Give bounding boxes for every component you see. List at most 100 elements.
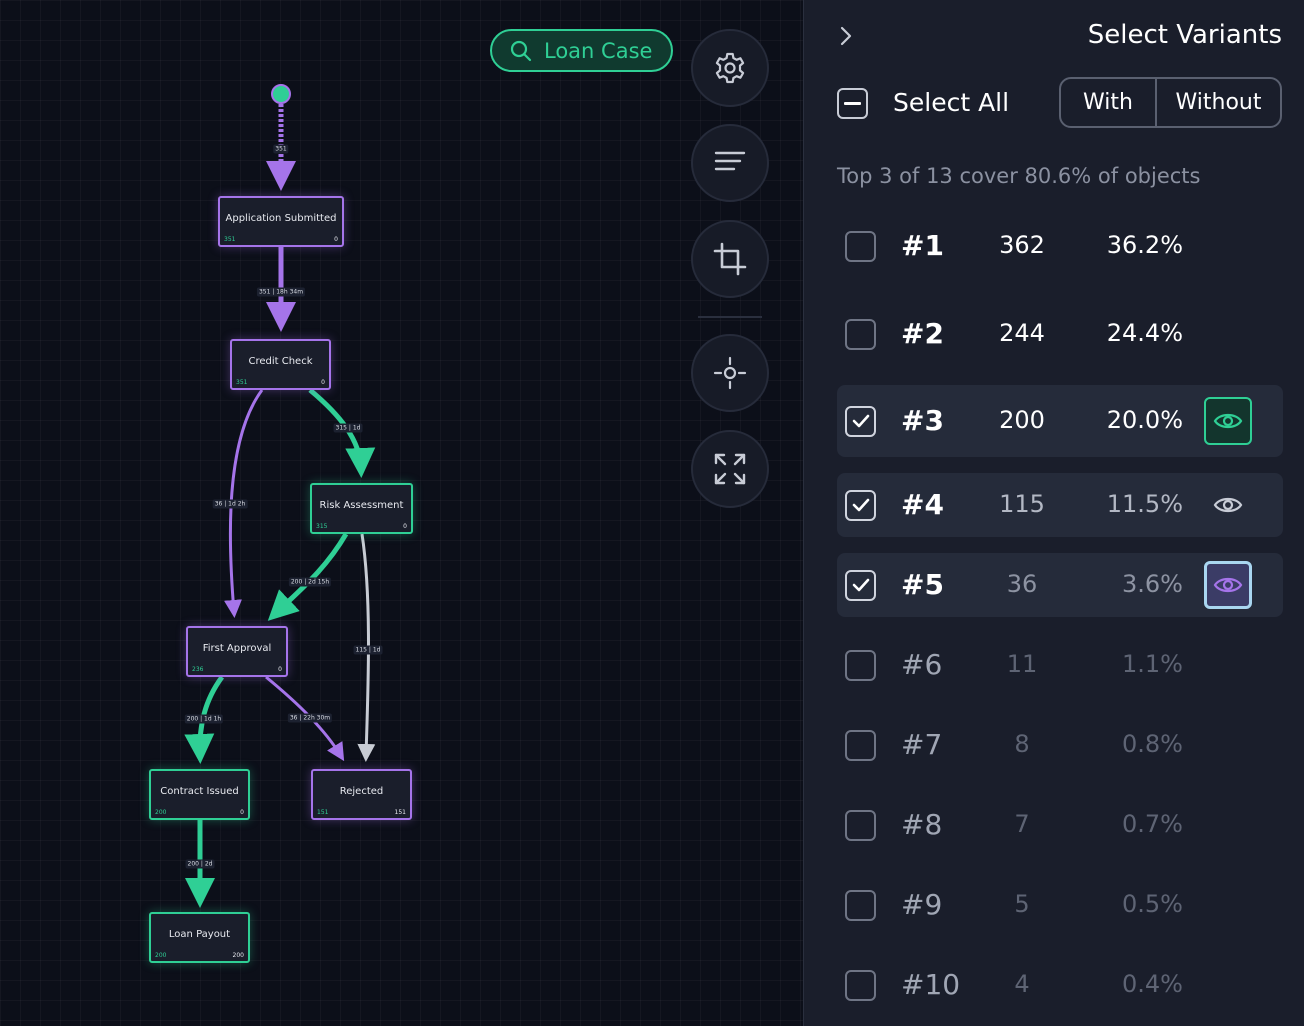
variant-checkbox[interactable] — [845, 729, 876, 761]
variant-visibility-button[interactable] — [1204, 481, 1252, 529]
node-count-right: 0 — [321, 379, 325, 386]
edge-label: 36 | 22h 30m — [287, 713, 333, 723]
variant-percentage: 36.2% — [1106, 231, 1183, 260]
chevron-right-icon[interactable] — [834, 24, 858, 48]
variant-count: 11 — [1006, 650, 1038, 679]
crop-button[interactable] — [691, 220, 769, 298]
edge-label: 36 | 1d 2h — [212, 499, 248, 509]
variant-checkbox[interactable] — [845, 809, 876, 841]
settings-button[interactable] — [691, 29, 769, 107]
node-label: Risk Assessment — [319, 500, 404, 511]
node-count-left: 315 — [316, 523, 328, 530]
variant-row[interactable]: #6 11 1.1% — [837, 633, 1283, 697]
variant-count: 8 — [1014, 730, 1030, 759]
variant-row[interactable]: #5 36 3.6% — [837, 553, 1283, 617]
variant-id: #8 — [901, 807, 943, 841]
variant-percentage: 24.4% — [1106, 319, 1183, 348]
panel-title: Select Variants — [1087, 20, 1282, 50]
variant-row[interactable]: #8 7 0.7% — [837, 793, 1283, 857]
select-all-checkbox[interactable] — [837, 88, 868, 119]
variant-count: 36 — [1006, 570, 1038, 599]
node-label: Credit Check — [248, 356, 313, 367]
variant-row[interactable]: #10 4 0.4% — [837, 953, 1283, 1017]
node-contract-issued[interactable]: Contract Issued 200 0 — [149, 769, 250, 820]
variant-checkbox[interactable] — [845, 569, 876, 601]
variant-percentage: 0.7% — [1122, 810, 1183, 839]
variant-id: #6 — [901, 647, 943, 681]
variant-count: 362 — [999, 231, 1045, 260]
crop-icon — [713, 242, 747, 276]
check-icon — [852, 414, 869, 428]
node-label: Rejected — [339, 786, 384, 797]
variant-visibility-button[interactable] — [1204, 397, 1252, 445]
variant-checkbox[interactable] — [845, 889, 876, 921]
with-without-toggle: With Without — [1059, 77, 1282, 128]
case-search-chip[interactable]: Loan Case — [490, 29, 673, 72]
node-risk-assessment[interactable]: Risk Assessment 315 0 — [310, 483, 413, 534]
edge-label: 200 | 2d — [185, 859, 215, 869]
variant-row[interactable]: #7 8 0.8% — [837, 713, 1283, 777]
variant-row[interactable]: #3 200 20.0% — [837, 385, 1283, 457]
filter-button[interactable] — [691, 124, 769, 202]
toggle-without-button[interactable]: Without — [1157, 79, 1280, 126]
crosshair-icon — [713, 356, 747, 390]
edge-label: 351 — [273, 144, 289, 154]
node-label: Contract Issued — [160, 786, 239, 797]
sort-lines-icon — [714, 151, 746, 171]
node-label: Loan Payout — [168, 929, 231, 940]
variant-id: #1 — [901, 228, 944, 262]
node-count-left: 151 — [317, 809, 329, 816]
eye-icon — [1213, 497, 1243, 513]
variant-count: 244 — [999, 319, 1045, 348]
node-count-left: 236 — [192, 666, 204, 673]
node-credit-check[interactable]: Credit Check 351 0 — [230, 339, 331, 390]
variant-row[interactable]: #2 244 24.4% — [837, 298, 1283, 370]
check-icon — [852, 498, 869, 512]
variant-percentage: 0.5% — [1122, 890, 1183, 919]
edge-risk-first[interactable] — [267, 532, 349, 621]
variant-percentage: 1.1% — [1122, 650, 1183, 679]
variant-checkbox[interactable] — [845, 405, 876, 437]
locate-button[interactable] — [691, 334, 769, 412]
search-chip-label: Loan Case — [544, 38, 653, 63]
node-count-left: 351 — [236, 379, 248, 386]
variant-id: #10 — [901, 967, 961, 1001]
toggle-with-button[interactable]: With — [1061, 79, 1157, 126]
node-application-submitted[interactable]: Application Submitted 351 0 — [218, 196, 344, 247]
variant-checkbox[interactable] — [845, 649, 876, 681]
gear-icon — [715, 52, 745, 84]
variant-percentage: 20.0% — [1106, 406, 1183, 435]
fit-view-button[interactable] — [691, 430, 769, 508]
edge-label: 351 | 18h 34m — [256, 287, 306, 297]
variant-checkbox[interactable] — [845, 969, 876, 1001]
variant-row[interactable]: #1 362 36.2% — [837, 210, 1283, 282]
node-count-right: 151 — [394, 809, 406, 816]
check-icon — [852, 578, 869, 592]
edge-label: 200 | 1d 1h — [184, 714, 224, 724]
variant-row[interactable]: #9 5 0.5% — [837, 873, 1283, 937]
node-first-approval[interactable]: First Approval 236 0 — [186, 626, 288, 677]
node-rejected[interactable]: Rejected 151 151 — [311, 769, 412, 820]
variant-checkbox[interactable] — [845, 230, 876, 262]
process-map-canvas[interactable]: 351 351 | 18h 34m 315 | 1d 36 | 1d 2h 20… — [0, 0, 803, 1026]
variant-checkbox[interactable] — [845, 489, 876, 521]
variant-row[interactable]: #4 115 11.5% — [837, 473, 1283, 537]
node-label: First Approval — [202, 643, 272, 654]
eye-icon — [1213, 413, 1243, 429]
variant-checkbox[interactable] — [845, 318, 876, 350]
start-node[interactable] — [271, 84, 291, 104]
variant-count: 4 — [1014, 970, 1030, 999]
indeterminate-icon — [844, 102, 861, 105]
variant-visibility-button[interactable] — [1204, 561, 1252, 609]
node-count-left: 200 — [155, 809, 167, 816]
variant-id: #9 — [901, 887, 943, 921]
node-label: Application Submitted — [225, 213, 337, 224]
edge-label: 200 | 2d 15h — [288, 577, 332, 587]
node-loan-payout[interactable]: Loan Payout 200 200 — [149, 912, 250, 963]
node-count-right: 0 — [240, 809, 244, 816]
node-count-right: 200 — [232, 952, 244, 959]
node-count-left: 351 — [224, 236, 236, 243]
select-all-label: Select All — [893, 88, 1010, 117]
variant-id: #2 — [901, 316, 944, 350]
edge-label: 115 | 1d — [353, 645, 383, 655]
